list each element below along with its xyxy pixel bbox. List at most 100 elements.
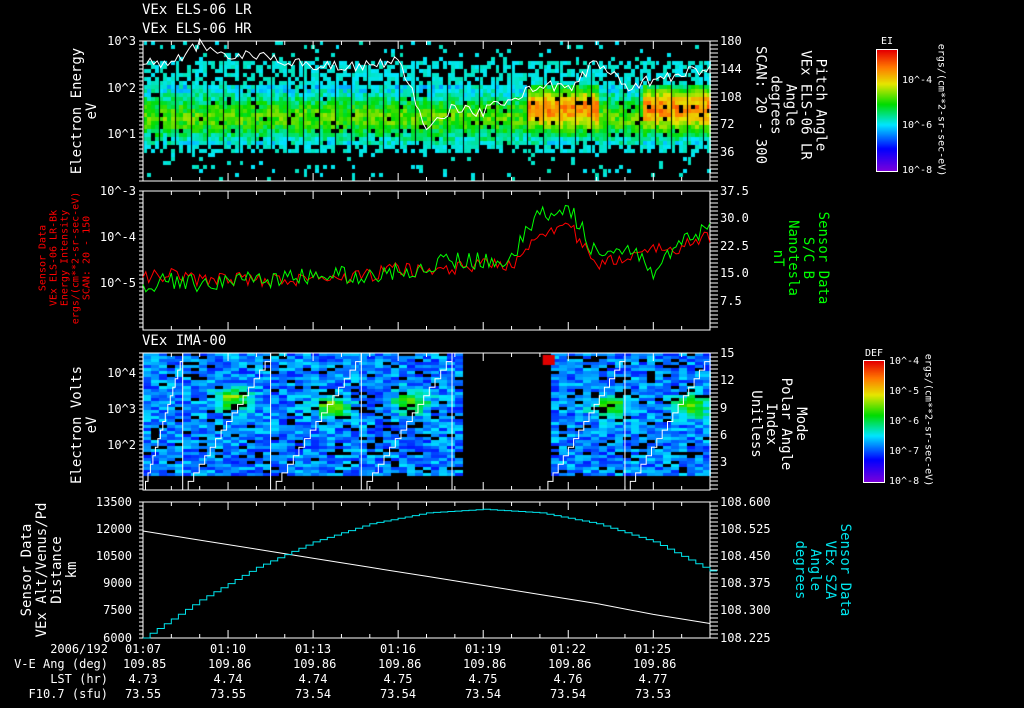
def-colorbar-tick: 10^-5 [889,386,920,397]
footer-label-f107: F10.7 (sfu) [28,687,108,701]
footer-label-lst: LST (hr) [50,672,108,686]
panel1-right-tick: 108 [720,90,742,104]
label-line: SCAN: 20 - 150 [81,215,93,301]
label-line: Angle [782,83,799,127]
footer-time: 01:07 [124,642,162,656]
label-line: Distance [49,536,65,604]
polar-angle-index-line [361,353,453,491]
ei-colorbar-tick: 10^-8 [902,165,933,176]
label-line: S/C B [800,236,816,280]
panel1-right-tick: 36 [720,145,735,159]
panel3-right-tick: 6 [720,428,728,442]
footer-ve-ang: 109.86 [633,657,677,671]
panel2-right-tick: 22.5 [720,239,749,253]
label-line: Electron Volts [69,365,85,485]
panel2-left-tick: 10^-4 [99,230,136,244]
panel1-right-tick: 180 [720,34,742,48]
panel4-left-tick: 9000 [103,576,132,590]
footer-label-date: 2006/192 [50,642,108,656]
footer-lst: 4.76 [553,672,583,686]
footer-f107: 73.55 [124,687,162,701]
panel4-right-tick: 108.300 [720,603,771,617]
polar-angle-index-line [182,353,272,491]
panel3-right-tick: 9 [720,401,728,415]
units: ergs/(cm**2-sr-sec-eV) [922,353,934,487]
panel1-left-tick: 10^2 [107,81,136,95]
polar-angle-index-line [270,353,362,491]
label-line: VEx ELS-06 LR [797,50,814,160]
panel1-left-label: Electron Energy eV [69,47,100,175]
panel3-right-tick: 3 [720,455,728,469]
footer-f107: 73.54 [549,687,587,701]
def-colorbar-tick: 10^-8 [889,476,920,487]
label-line: Nanotesla [785,220,801,296]
label-line: km [64,561,80,579]
panel2-right-tick: 37.5 [720,184,749,198]
panel4-right-tick: 108.375 [720,576,771,590]
label-line: Angle [807,548,823,592]
footer-ve-ang: 109.86 [463,657,507,671]
series-altitude [142,530,711,624]
footer-time: 01:13 [294,642,332,656]
panel2-left-tick: 10^-5 [99,276,136,290]
panel1-left-tick: 10^3 [107,34,136,48]
panel1-right-tick: 144 [720,62,742,76]
footer-lst: 4.74 [213,672,243,686]
footer-lst: 4.75 [383,672,413,686]
panel2-right-tick: 30.0 [720,211,749,225]
panel2-left-label: Sensor Data VEx ELS-06 LR-Bk Energy Inte… [38,192,93,324]
label-line: Sensor Data [837,523,853,617]
panel1-right-label: Pitch Angle VEx ELS-06 LR Angle degrees … [752,45,829,165]
panel1-right-tick: 72 [720,117,735,131]
footer-lst: 4.75 [468,672,498,686]
label-line: Electron Energy [69,47,85,175]
panel4-right-tick: 108.225 [720,631,771,645]
label-line: Polar Angle [778,377,794,471]
label-line: Sensor Data [37,224,49,292]
label-line: Energy Intensity [59,209,71,307]
def-colorbar-units: ergs/(cm**2-sr-sec-eV) [923,354,934,486]
label-line: SCAN: 20 - 300 [752,45,769,165]
footer-f107: 73.54 [294,687,332,701]
panel2-right-label: Sensor Data S/C B Nanotesla nT [770,212,831,305]
panel2-right-tick: 7.5 [720,294,742,308]
panel4-left-label: Sensor Data VEx Alt/Venus/Pd Distance km [19,502,80,638]
panel4-right-tick: 108.450 [720,549,771,563]
ei-colorbar-title: EI [881,36,894,47]
panel3-right-tick: 15 [720,346,735,360]
label-line: Pitch Angle [812,58,829,152]
footer-ve-ang: 109.86 [378,657,422,671]
label-line: ergs/(cm**2-sr-sec-eV) [70,191,82,325]
footer-ve-ang: 109.86 [208,657,252,671]
panel3-left-tick: 10^4 [107,366,136,380]
ei-colorbar-tick: 10^-6 [902,120,933,131]
label-line: degrees [792,540,808,600]
label-line: Unitless [748,390,764,458]
ei-colorbar-tick: 10^-4 [902,75,933,86]
footer-ve-ang: 109.86 [548,657,592,671]
def-colorbar-tick: 10^-6 [889,416,920,427]
panel3-right-tick: 12 [720,373,735,387]
footer-lst: 4.73 [128,672,158,686]
panel3-left-label: Electron Volts eV [69,365,100,485]
def-colorbar-tick: 10^-7 [889,446,920,457]
panel4-left-tick: 10500 [95,549,132,563]
label-line: Sensor Data [19,523,35,617]
def-colorbar-title: DEF [865,348,884,359]
panel2-right-tick: 15.0 [720,266,749,280]
panel2-left-tick: 10^-3 [99,184,136,198]
panel4-frame [142,501,711,639]
footer-label-ve: V-E Ang (deg) [14,657,108,671]
label-line: VEx Alt/Venus/Pd [34,502,50,638]
footer-time: 01:25 [634,642,672,656]
footer-ve-ang: 109.85 [123,657,167,671]
panel4-left-tick: 12000 [95,522,132,536]
footer-ve-ang: 109.86 [293,657,337,671]
label-line: VEx SZA [822,540,838,600]
label-line: degrees [767,75,784,135]
ei-colorbar-units: ergs/(cm**2-sr-sec-eV) [936,44,947,176]
polar-angle-index-line [143,353,184,491]
panel1-overlay-line [142,37,711,131]
footer-f107: 73.54 [464,687,502,701]
def-colorbar-tick: 10^-4 [889,356,920,367]
